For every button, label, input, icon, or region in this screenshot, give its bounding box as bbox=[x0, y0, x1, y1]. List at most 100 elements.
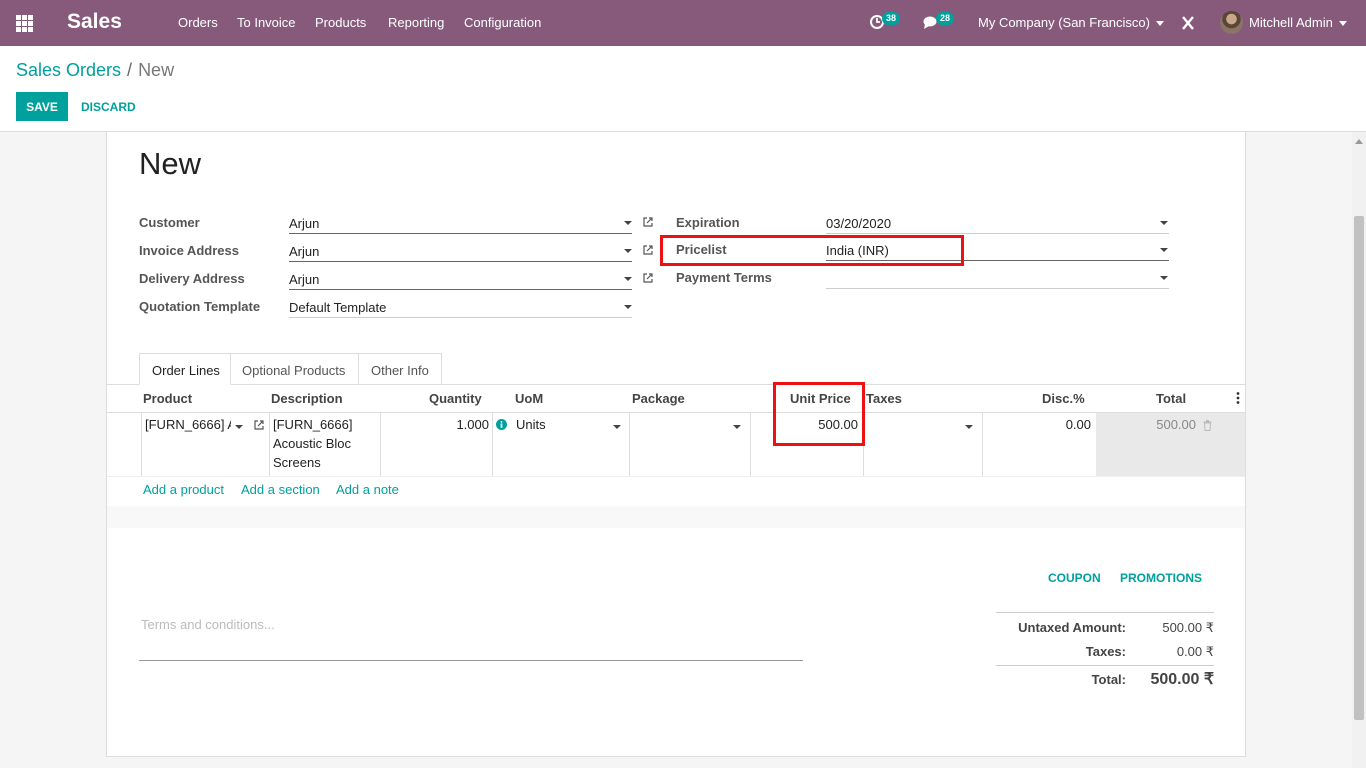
avatar[interactable] bbox=[1220, 11, 1243, 34]
chevron-down-icon bbox=[1338, 21, 1347, 27]
tab-order-lines-label: Order Lines bbox=[152, 363, 220, 378]
col-total-header[interactable]: Total bbox=[1156, 391, 1186, 406]
invoice-address-label: Invoice Address bbox=[139, 243, 239, 258]
cell-border bbox=[750, 413, 751, 476]
external-link-icon[interactable] bbox=[642, 272, 654, 284]
menu-products[interactable]: Products bbox=[315, 15, 366, 31]
expiration-field[interactable]: 03/20/2020 bbox=[826, 216, 891, 231]
unit-price-highlight-box bbox=[773, 382, 865, 446]
col-uom-header[interactable]: UoM bbox=[515, 391, 543, 406]
chevron-down-icon[interactable] bbox=[624, 221, 632, 225]
customer-label: Customer bbox=[139, 215, 200, 230]
page-scrollbar[interactable] bbox=[1352, 132, 1366, 768]
col-discount-header[interactable]: Disc.% bbox=[1042, 391, 1085, 406]
breadcrumb-separator: / bbox=[127, 60, 133, 80]
scroll-up-arrow-icon[interactable] bbox=[1355, 139, 1363, 144]
chevron-down-icon[interactable] bbox=[1160, 248, 1168, 252]
expiration-underline bbox=[826, 233, 1169, 234]
table-row[interactable]: [FURN_6666] A [FURN_6666] Acoustic Bloc … bbox=[107, 413, 1245, 477]
record-title: New bbox=[139, 146, 202, 181]
tab-optional-products[interactable]: Optional Products bbox=[231, 353, 359, 385]
messages-count-badge: 28 bbox=[936, 12, 955, 25]
total-label: Total: bbox=[1091, 672, 1126, 687]
cell-border bbox=[629, 413, 630, 476]
company-switcher[interactable]: My Company (San Francisco) bbox=[978, 15, 1164, 31]
company-name: My Company (San Francisco) bbox=[978, 15, 1150, 30]
menu-reporting[interactable]: Reporting bbox=[388, 15, 444, 31]
delivery-address-label: Delivery Address bbox=[139, 271, 245, 286]
cell-border bbox=[380, 413, 381, 476]
col-quantity-header[interactable]: Quantity bbox=[429, 391, 482, 406]
menu-orders[interactable]: Orders bbox=[178, 15, 218, 31]
info-circle-icon[interactable] bbox=[496, 419, 507, 430]
taxes-value: 0.00 ₹ bbox=[1176, 644, 1214, 659]
breadcrumb-sales-orders[interactable]: Sales Orders bbox=[16, 60, 121, 80]
chevron-down-icon[interactable] bbox=[613, 425, 621, 429]
scrollbar-thumb[interactable] bbox=[1354, 216, 1364, 720]
cell-border bbox=[141, 413, 142, 476]
chevron-down-icon[interactable] bbox=[1160, 221, 1168, 225]
chevron-down-icon[interactable] bbox=[624, 305, 632, 309]
external-link-icon[interactable] bbox=[253, 419, 265, 431]
description-line: [FURN_6666] bbox=[273, 417, 353, 432]
untaxed-amount-label: Untaxed Amount: bbox=[1018, 620, 1126, 635]
save-button[interactable]: SAVE bbox=[16, 92, 68, 121]
breadcrumb: Sales Orders / New bbox=[16, 60, 174, 80]
chevron-down-icon[interactable] bbox=[1160, 276, 1168, 280]
customer-field[interactable]: Arjun bbox=[289, 216, 319, 231]
chat-bubble-icon[interactable] bbox=[922, 11, 938, 33]
col-package-header[interactable]: Package bbox=[632, 391, 685, 406]
terms-placeholder: Terms and conditions... bbox=[141, 617, 275, 632]
totals-divider bbox=[996, 665, 1214, 666]
trash-icon[interactable] bbox=[1203, 420, 1212, 431]
totals-top-divider bbox=[996, 612, 1214, 613]
description-line: Acoustic Bloc bbox=[273, 436, 352, 451]
activity-count-badge: 38 bbox=[882, 12, 901, 25]
chevron-down-icon[interactable] bbox=[624, 277, 632, 281]
kebab-menu-icon[interactable] bbox=[1235, 391, 1241, 405]
description-cell[interactable]: [FURN_6666] Acoustic Bloc Screens bbox=[273, 415, 352, 472]
tab-optional-products-label: Optional Products bbox=[242, 363, 346, 378]
promotions-button[interactable]: PROMOTIONS bbox=[1120, 571, 1202, 585]
col-product-header[interactable]: Product bbox=[143, 391, 192, 406]
chevron-down-icon[interactable] bbox=[733, 425, 741, 429]
invoice-address-underline bbox=[289, 261, 632, 262]
chevron-down-icon bbox=[1155, 21, 1164, 27]
breadcrumb-current: New bbox=[138, 60, 175, 80]
discount-cell[interactable]: 0.00 bbox=[985, 415, 1091, 434]
invoice-address-field[interactable]: Arjun bbox=[289, 244, 319, 259]
user-menu[interactable]: Mitchell Admin bbox=[1249, 15, 1347, 31]
control-panel: Sales Orders / New SAVE DISCARD bbox=[0, 46, 1366, 132]
apps-grid-icon[interactable] bbox=[16, 15, 33, 32]
coupon-button[interactable]: COUPON bbox=[1048, 571, 1101, 585]
discard-button[interactable]: DISCARD bbox=[81, 100, 136, 114]
col-description-header[interactable]: Description bbox=[271, 391, 343, 406]
payment-terms-label: Payment Terms bbox=[676, 270, 772, 285]
add-product-link[interactable]: Add a product bbox=[143, 482, 224, 497]
form-sheet: New Customer Arjun Invoice Address Arjun… bbox=[106, 132, 1246, 757]
external-link-icon[interactable] bbox=[642, 244, 654, 256]
product-cell[interactable]: [FURN_6666] A bbox=[145, 415, 231, 434]
menu-configuration[interactable]: Configuration bbox=[464, 15, 541, 31]
taxes-label: Taxes: bbox=[1085, 644, 1126, 659]
quotation-template-field[interactable]: Default Template bbox=[289, 300, 386, 315]
description-line: Screens bbox=[273, 455, 321, 470]
add-section-link[interactable]: Add a section bbox=[241, 482, 320, 497]
expiration-label: Expiration bbox=[676, 215, 740, 230]
external-link-icon[interactable] bbox=[642, 216, 654, 228]
add-note-link[interactable]: Add a note bbox=[336, 482, 399, 497]
menu-to-invoice[interactable]: To Invoice bbox=[237, 15, 296, 31]
chevron-down-icon[interactable] bbox=[965, 425, 973, 429]
tab-order-lines[interactable]: Order Lines bbox=[139, 353, 231, 385]
table-footer-strip bbox=[107, 506, 1245, 528]
delivery-address-field[interactable]: Arjun bbox=[289, 272, 319, 287]
chevron-down-icon[interactable] bbox=[624, 249, 632, 253]
quantity-cell[interactable]: 1.000 bbox=[383, 415, 489, 434]
col-taxes-header[interactable]: Taxes bbox=[866, 391, 902, 406]
app-name[interactable]: Sales bbox=[67, 10, 122, 34]
tab-other-info[interactable]: Other Info bbox=[359, 353, 442, 385]
terms-conditions-input[interactable]: Terms and conditions... bbox=[139, 616, 803, 661]
chevron-down-icon[interactable] bbox=[235, 425, 243, 429]
uom-cell[interactable]: Units bbox=[516, 415, 546, 434]
debug-tools-icon[interactable] bbox=[1180, 11, 1196, 33]
